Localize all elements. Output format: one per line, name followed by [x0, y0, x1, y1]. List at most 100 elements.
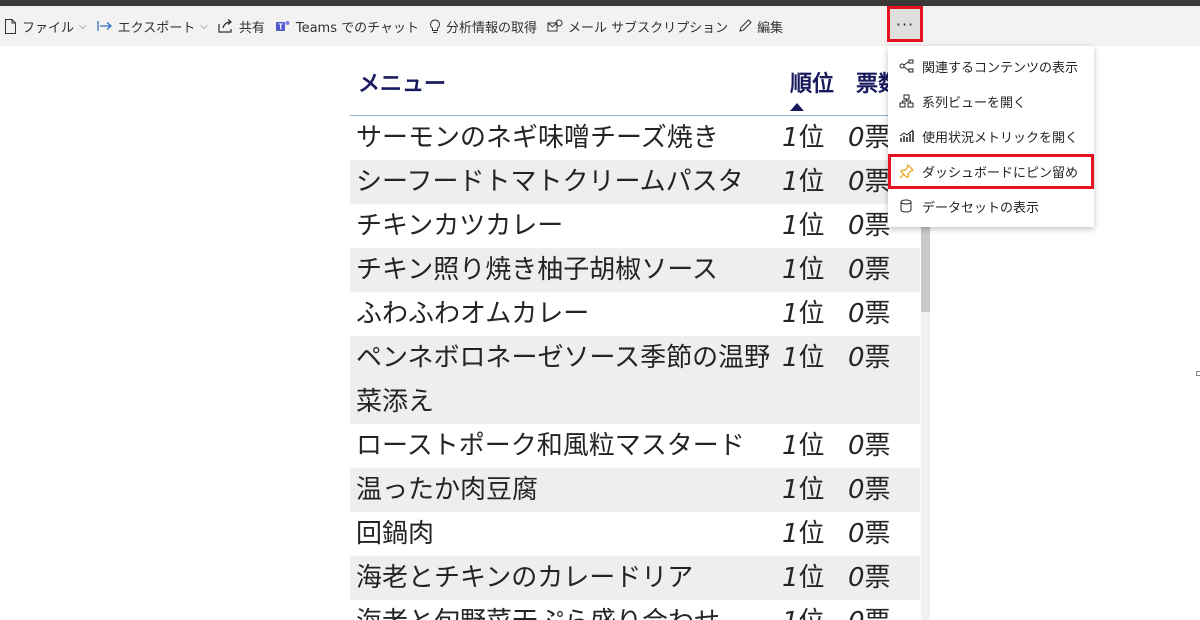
table-row[interactable]: 海老とチキンのカレードリア 1位 0票 — [350, 556, 920, 600]
edit-button[interactable]: 編集 — [733, 6, 788, 46]
svg-text:T: T — [278, 23, 283, 32]
share-button[interactable]: 共有 — [213, 6, 270, 46]
menu-item-label: 使用状況メトリックを開く — [922, 130, 1079, 146]
more-options-button[interactable]: ··· — [887, 6, 923, 42]
cell-rank: 1位 — [782, 556, 848, 600]
table-row[interactable]: 温ったか肉豆腐 1位 0票 — [350, 468, 920, 512]
teams-chat-label: Teams でのチャット — [295, 20, 419, 36]
mail-subscription-label: メール サブスクリプション — [568, 20, 729, 36]
votes-value: 0 — [848, 343, 865, 373]
file-menu-button[interactable]: ファイル ⌵ — [0, 6, 92, 46]
chevron-down-icon: ⌵ — [79, 20, 87, 32]
get-insights-button[interactable]: 分析情報の取得 — [424, 6, 542, 46]
sort-ascending-icon — [790, 103, 804, 111]
resize-handle[interactable] — [1196, 371, 1200, 376]
rank-unit: 位 — [798, 299, 825, 329]
cell-rank: 1位 — [782, 292, 848, 336]
menu-item-label: 関連するコンテンツの表示 — [922, 60, 1079, 76]
votes-value: 0 — [848, 563, 865, 593]
related-content-icon — [898, 58, 914, 74]
rank-unit: 位 — [798, 563, 825, 593]
cell-rank: 1位 — [782, 600, 848, 620]
lineage-icon — [898, 93, 914, 109]
pin-icon — [898, 164, 914, 180]
cell-votes: 0票 — [848, 292, 920, 336]
table-header: メニュー 順位 票数 — [350, 46, 930, 116]
rank-value: 1 — [782, 343, 799, 373]
column-header-rank[interactable]: 順位 — [790, 66, 834, 98]
cell-menu: ローストポーク和風粒マスタード — [356, 431, 745, 461]
table-row[interactable]: チキン照り焼き柚子胡椒ソース 1位 0票 — [350, 248, 920, 292]
cell-rank: 1位 — [782, 424, 848, 468]
menu-item-label: ダッシュボードにピン留め — [922, 166, 1079, 181]
table-row[interactable]: シーフードトマトクリームパスタ 1位 0票 — [350, 160, 920, 204]
votes-unit: 票 — [864, 343, 891, 373]
mail-subscription-button[interactable]: メール サブスクリプション — [542, 6, 733, 46]
menu-item-lineage-view[interactable]: 系列ビューを開く — [888, 86, 1094, 116]
cell-rank: 1位 — [782, 512, 848, 556]
column-header-menu[interactable]: メニュー — [358, 66, 446, 98]
cell-menu: サーモンのネギ味噌チーズ焼き — [356, 123, 719, 153]
table-visual: メニュー 順位 票数 サーモンのネギ味噌チーズ焼き 1位 0票 シーフードトマトクリー… — [350, 46, 930, 620]
cell-rank: 1位 — [782, 336, 848, 424]
export-menu-button[interactable]: エクスポート ⌵ — [92, 6, 213, 46]
votes-unit: 票 — [865, 607, 891, 620]
menu-item-pin-to-dashboard[interactable]: ダッシュボードにピン留め — [888, 154, 1094, 189]
table-row[interactable]: サーモンのネギ味噌チーズ焼き 1位 0票 — [350, 116, 920, 160]
cell-rank: 1位 — [782, 204, 848, 248]
cell-votes: 0票 — [848, 468, 920, 512]
votes-unit: 票 — [864, 211, 891, 241]
cell-rank: 1位 — [782, 468, 848, 512]
file-icon — [4, 18, 17, 34]
teams-chat-button[interactable]: T Teams でのチャット — [270, 6, 424, 46]
table-row[interactable]: ペンネボロネーゼソース季節の温野菜添え 1位 0票 — [350, 336, 920, 424]
dataset-icon — [898, 198, 914, 214]
cell-menu: 温ったか肉豆腐 — [356, 475, 539, 505]
votes-value: 0 — [848, 167, 865, 197]
votes-value: 0 — [848, 255, 865, 285]
cell-votes: 0票 — [848, 600, 920, 620]
rank-unit: 位 — [798, 431, 825, 461]
file-menu-label: ファイル — [22, 20, 75, 36]
votes-unit: 票 — [864, 431, 891, 461]
table-row[interactable]: ふわふわオムカレー 1位 0票 — [350, 292, 920, 336]
mail-subscribe-icon — [547, 19, 563, 33]
menu-item-usage-metrics[interactable]: 使用状況メトリックを開く — [888, 121, 1094, 151]
teams-icon: T — [275, 19, 291, 33]
cell-menu: ペンネボロネーゼソース季節の温野菜添え — [356, 343, 771, 417]
table-row[interactable]: 回鍋肉 1位 0票 — [350, 512, 920, 556]
cell-votes: 0票 — [848, 336, 920, 424]
share-icon — [218, 19, 234, 33]
cell-votes: 0票 — [848, 556, 920, 600]
pencil-icon — [738, 19, 752, 33]
menu-item-label: データセットの表示 — [922, 200, 1040, 216]
rank-unit: 位 — [798, 519, 825, 549]
edit-label: 編集 — [757, 20, 784, 36]
votes-unit: 票 — [864, 255, 891, 285]
table-row[interactable]: チキンカツカレー 1位 0票 — [350, 204, 920, 248]
rank-value: 1 — [782, 255, 799, 285]
menu-item-related-content[interactable]: 関連するコンテンツの表示 — [888, 51, 1094, 81]
table-row[interactable]: 海老と旬野菜天ぷら盛り合わせ1位0票 — [350, 600, 920, 620]
votes-value: 0 — [848, 123, 865, 153]
votes-value: 0 — [848, 607, 865, 620]
chevron-down-icon: ⌵ — [200, 20, 208, 32]
cell-menu: 回鍋肉 — [356, 519, 435, 549]
rank-value: 1 — [782, 563, 799, 593]
rank-value: 1 — [782, 519, 799, 549]
cell-votes: 0票 — [848, 512, 920, 556]
lightbulb-icon — [429, 18, 441, 34]
cell-menu: チキンカツカレー — [356, 211, 564, 241]
export-arrow-icon — [97, 20, 113, 32]
menu-item-label: 系列ビューを開く — [922, 95, 1027, 111]
votes-unit: 票 — [864, 123, 891, 153]
menu-item-show-dataset[interactable]: データセットの表示 — [888, 191, 1094, 221]
table-row[interactable]: ローストポーク和風粒マスタード 1位 0票 — [350, 424, 920, 468]
votes-unit: 票 — [864, 475, 891, 505]
cell-menu: ふわふわオムカレー — [356, 299, 590, 329]
votes-unit: 票 — [864, 167, 891, 197]
usage-metrics-icon — [898, 128, 914, 144]
cell-rank: 1位 — [782, 116, 848, 160]
cell-rank: 1位 — [782, 160, 848, 204]
toolbar: ファイル ⌵ エクスポート ⌵ 共有 T Teams でのチャット 分析情報の取… — [0, 6, 1200, 46]
